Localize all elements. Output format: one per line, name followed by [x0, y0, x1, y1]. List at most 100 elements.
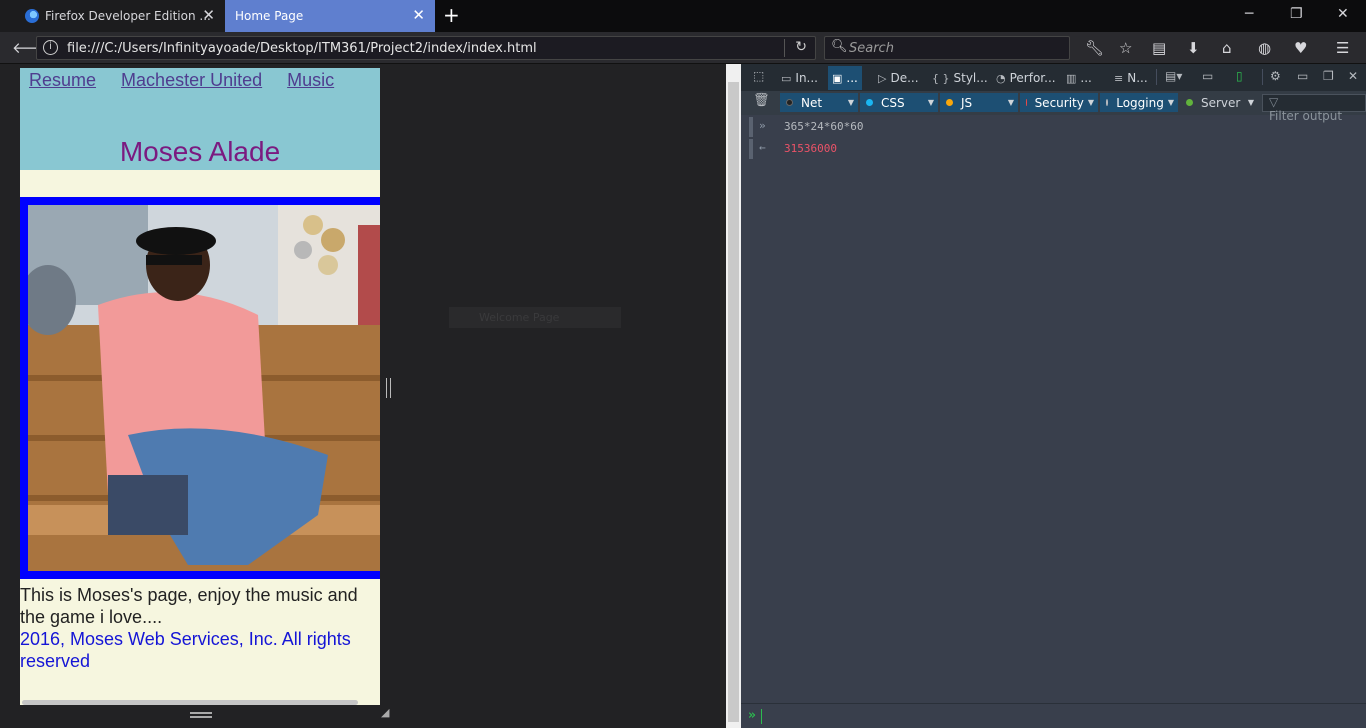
close-tab-icon[interactable]: ✕	[202, 7, 215, 23]
net-dot-icon	[786, 99, 793, 106]
console-input-text: 365*24*60*60	[784, 120, 864, 133]
toolbar-separator	[1262, 69, 1263, 85]
input-chevron-icon: »	[759, 119, 766, 132]
chevron-down-icon: ▼	[1167, 98, 1174, 107]
debugger-icon: ▷	[878, 71, 887, 85]
search-bar[interactable]: 🔍︎	[824, 36, 1070, 60]
responsive-page: Resume Machester United Music Moses Alad…	[20, 68, 380, 705]
firefox-logo-icon	[25, 9, 39, 23]
filter-output-field[interactable]: ▽	[1262, 94, 1366, 123]
viewport-height-resize-handle[interactable]	[190, 712, 212, 718]
nav-link-music[interactable]: Music	[287, 70, 334, 90]
tab-inspector[interactable]: ▭ In...	[781, 66, 818, 90]
url-text: file:///C:/Users/Infinityayoade/Desktop/…	[67, 41, 537, 56]
tab-performance[interactable]: ◔ Perfor...	[996, 66, 1056, 90]
tab-title: Home Page	[235, 9, 304, 23]
nav-link-machester-united[interactable]: Machester United	[121, 70, 262, 90]
viewport-corner-resize-icon[interactable]: ◢	[381, 706, 389, 719]
tab-debugger[interactable]: ▷ De...	[878, 66, 919, 90]
page-nav: Resume Machester United Music	[29, 70, 354, 91]
reader-list-icon[interactable]: ▤	[1152, 39, 1166, 57]
console-result-line: ← 31536000	[749, 139, 1351, 159]
tab-firefox-dev[interactable]: Firefox Developer Edition ... ✕	[0, 0, 225, 32]
info-icon[interactable]: i	[43, 40, 58, 55]
wrench-icon[interactable]: 🔧︎	[1085, 39, 1104, 57]
security-dot-icon	[1026, 99, 1027, 106]
console-filter-bar: 🗑︎ Net ▼ CSS ▼ JS ▼ Security ▼ Logging ▼ Serv…	[741, 91, 1366, 123]
photo-frame	[20, 197, 380, 579]
page-header: Resume Machester United Music Moses Alad…	[20, 68, 380, 170]
download-icon[interactable]: ⬇	[1187, 39, 1200, 57]
filter-funnel-icon: ▽	[1269, 95, 1279, 109]
devtools-panel: ⬚ ▭ In... ▣... ▷ De... { } Styl... ◔ Perfor.…	[741, 64, 1366, 728]
responsive-mode-icon[interactable]: ▯	[1236, 69, 1243, 83]
search-input[interactable]	[849, 39, 1059, 57]
console-prompt-icon: »	[748, 708, 756, 723]
style-editor-icon: { }	[932, 71, 950, 85]
toolbar-separator	[1156, 69, 1157, 85]
window-close-icon[interactable]: ✕	[1337, 6, 1349, 22]
console-icon: ▣	[832, 71, 843, 85]
filter-css-button[interactable]: CSS ▼	[860, 93, 938, 112]
nav-link-resume[interactable]: Resume	[29, 70, 96, 90]
filter-server-button[interactable]: Server ▼	[1180, 93, 1258, 112]
filter-js-button[interactable]: JS ▼	[940, 93, 1018, 112]
tab-console[interactable]: ▣...	[828, 66, 862, 90]
console-output: » 365*24*60*60 ← 31536000	[741, 115, 1366, 703]
close-devtools-icon[interactable]: ✕	[1348, 69, 1358, 83]
js-dot-icon	[946, 99, 953, 106]
chevron-down-icon: ▼	[1247, 98, 1254, 107]
element-picker-icon[interactable]: ⬚	[753, 69, 764, 83]
horizontal-scrollbar[interactable]	[22, 700, 358, 705]
filter-net-button[interactable]: Net ▼	[780, 93, 858, 112]
footer-text: 2016, Moses Web Services, Inc. All right…	[20, 629, 351, 671]
close-tab-icon[interactable]: ✕	[412, 7, 425, 23]
line-gutter	[749, 117, 753, 137]
tab-home-page[interactable]: Home Page ✕	[225, 0, 435, 32]
memory-icon: ▥	[1066, 71, 1077, 85]
intro-text: This is Moses's page, enjoy the music an…	[20, 585, 358, 627]
palette-icon[interactable]: ◍	[1258, 39, 1271, 57]
console-input-line: » 365*24*60*60	[749, 117, 1351, 137]
reload-icon[interactable]: ↻	[795, 39, 807, 55]
viewport-width-resize-handle[interactable]	[386, 378, 391, 398]
tab-memory[interactable]: ▥...	[1066, 66, 1092, 90]
clear-console-trash-icon[interactable]: 🗑︎	[753, 93, 770, 108]
console-input[interactable]: »	[741, 703, 1366, 728]
text-caret	[761, 709, 762, 724]
scratchpad-icon[interactable]: ▭	[1202, 69, 1213, 83]
devtools-toolbar: ⬚ ▭ In... ▣... ▷ De... { } Styl... ◔ Perfor.…	[741, 64, 1366, 91]
page-title: Moses Alade	[119, 136, 281, 167]
result-arrow-icon: ←	[759, 141, 766, 154]
tab-style-editor[interactable]: { } Styl...	[932, 66, 988, 90]
chevron-down-icon: ▼	[1087, 98, 1094, 107]
ghost-overlay: Welcome Page	[449, 307, 621, 328]
dock-icon[interactable]: ▭	[1297, 69, 1308, 83]
bookmark-star-icon[interactable]: ☆	[1119, 39, 1132, 57]
chevron-down-icon: ▼	[927, 98, 934, 107]
content-scrollbar[interactable]	[726, 64, 741, 728]
search-icon: 🔍︎	[831, 39, 848, 54]
pocket-icon[interactable]: ♥	[1294, 39, 1307, 57]
hamburger-menu-icon[interactable]: ☰	[1336, 39, 1349, 57]
filter-security-button[interactable]: Security ▼	[1020, 93, 1098, 112]
line-gutter	[749, 139, 753, 159]
profile-photo	[28, 205, 380, 571]
tab-title: Firefox Developer Edition ...	[45, 9, 211, 23]
layout-dropdown-icon[interactable]: ▤▾	[1165, 69, 1182, 83]
minimize-icon[interactable]: ─	[1245, 6, 1253, 22]
console-result-text: 31536000	[784, 142, 837, 155]
chevron-down-icon: ▼	[1007, 98, 1014, 107]
chevron-down-icon: ▼	[847, 98, 854, 107]
scrollbar-thumb[interactable]	[728, 82, 739, 722]
tab-network[interactable]: ≡ N...	[1114, 66, 1148, 90]
undock-icon[interactable]: ❐	[1323, 69, 1334, 83]
performance-icon: ◔	[996, 71, 1006, 85]
settings-gear-icon[interactable]: ⚙	[1270, 69, 1281, 83]
restore-icon[interactable]: ❐	[1290, 6, 1303, 22]
filter-logging-button[interactable]: Logging ▼	[1100, 93, 1178, 112]
url-bar[interactable]: i file:///C:/Users/Infinityayoade/Deskto…	[36, 36, 816, 60]
home-icon[interactable]: ⌂	[1222, 39, 1232, 57]
css-dot-icon	[866, 99, 873, 106]
new-tab-button[interactable]: +	[443, 4, 460, 26]
